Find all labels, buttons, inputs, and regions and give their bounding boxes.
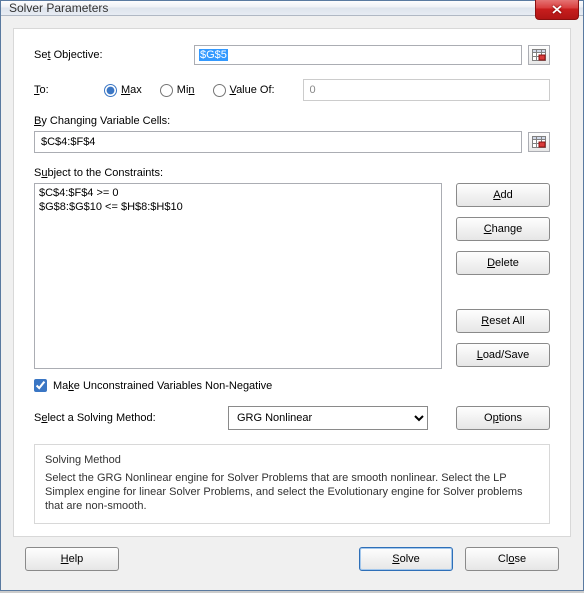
changing-ref-button[interactable] — [528, 132, 550, 152]
close-icon — [552, 5, 562, 14]
objective-ref-button[interactable] — [528, 45, 550, 65]
unconstrained-nonneg-input[interactable] — [34, 379, 47, 392]
unconstrained-nonneg-checkbox[interactable]: Make Unconstrained Variables Non-Negativ… — [34, 379, 550, 392]
main-panel: Set Objective: $G$5 — [13, 28, 571, 537]
delete-button[interactable]: Delete — [456, 251, 550, 275]
close-button[interactable]: Close — [465, 547, 559, 571]
range-select-icon — [532, 136, 546, 148]
solving-method-description: Solving Method Select the GRG Nonlinear … — [34, 444, 550, 524]
constraints-list[interactable]: $C$4:$F$4 >= 0 $G$8:$G$10 <= $H$8:$H$10 — [34, 183, 442, 369]
changing-label: By Changing Variable Cells: — [34, 115, 550, 127]
solver-parameters-dialog: Solver Parameters Set Objective: $G$5 — [0, 0, 584, 591]
radio-min[interactable]: Min — [160, 84, 195, 97]
radio-valueof-input[interactable] — [213, 84, 226, 97]
constraints-label: Subject to the Constraints: — [34, 167, 550, 179]
to-row: To: Max Min Value Of: — [34, 79, 550, 101]
add-button[interactable]: Add — [456, 183, 550, 207]
method-label: Select a Solving Method: — [34, 412, 214, 424]
changing-row — [34, 131, 550, 153]
solve-button[interactable]: Solve — [359, 547, 453, 571]
window-title: Solver Parameters — [9, 1, 108, 15]
titlebar[interactable]: Solver Parameters — [1, 1, 583, 16]
description-title: Solving Method — [45, 453, 539, 467]
description-body: Select the GRG Nonlinear engine for Solv… — [45, 471, 539, 513]
help-button[interactable]: Help — [25, 547, 119, 571]
dialog-footer: Help Solve Close — [13, 537, 571, 581]
radio-min-input[interactable] — [160, 84, 173, 97]
method-select[interactable]: GRG Nonlinear — [228, 406, 428, 430]
load-save-button[interactable]: Load/Save — [456, 343, 550, 367]
reset-all-button[interactable]: Reset All — [456, 309, 550, 333]
radio-max-input[interactable] — [104, 84, 117, 97]
method-row: Select a Solving Method: GRG Nonlinear O… — [34, 406, 550, 430]
objective-row: Set Objective: $G$5 — [34, 45, 550, 65]
close-window-button[interactable] — [535, 0, 579, 20]
radio-valueof[interactable]: Value Of: — [213, 84, 285, 97]
constraint-buttons: Add Change Delete Reset All Load/Save — [456, 183, 550, 369]
objective-input[interactable]: $G$5 — [194, 45, 522, 65]
dialog-content: Set Objective: $G$5 — [1, 16, 583, 593]
change-button[interactable]: Change — [456, 217, 550, 241]
radio-max[interactable]: Max — [104, 84, 142, 97]
range-select-icon — [532, 49, 546, 61]
changing-input[interactable] — [34, 131, 522, 153]
to-label: To: — [34, 84, 86, 96]
objective-label: Set Objective: — [34, 49, 194, 61]
constraints-area: $C$4:$F$4 >= 0 $G$8:$G$10 <= $H$8:$H$10 … — [34, 183, 550, 369]
valueof-input[interactable] — [303, 79, 550, 101]
options-button[interactable]: Options — [456, 406, 550, 430]
